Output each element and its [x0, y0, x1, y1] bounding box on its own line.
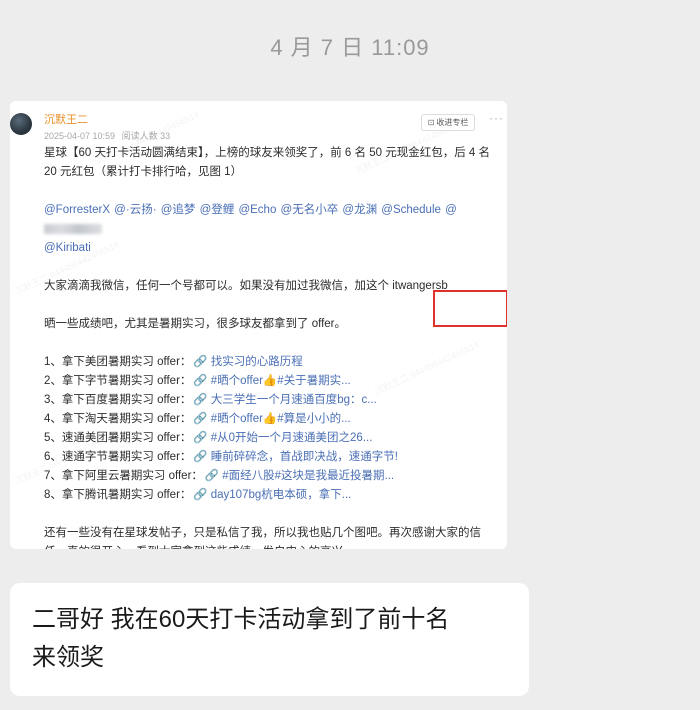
results-intro: 晒一些成绩吧，尤其是暑期实习，很多球友都拿到了 offer。: [44, 318, 346, 330]
offer-label: 5、速通美团暑期实习 offer：: [44, 432, 192, 444]
mentions-line1: @ForresterX @·云扬· @追梦 @登鲤 @Echo @无名小卒 @龙…: [44, 204, 457, 216]
list-item: 1、拿下美团暑期实习 offer： 🔗 找实习的心路历程: [44, 353, 499, 372]
offer-link: day107bg杭电本硕，拿下...: [210, 489, 352, 501]
list-item: 3、拿下百度暑期实习 offer： 🔗 大三学生一个月速通百度bg：c...: [44, 391, 499, 410]
link-icon: 🔗: [193, 489, 208, 501]
mentions-line2: @Kiribati: [44, 242, 91, 254]
offer-link: #晒个offer👍#关于暑期实...: [210, 375, 351, 387]
offer-label: 2、拿下字节暑期实习 offer：: [44, 375, 192, 387]
offer-link: #晒个offer👍#算是小小的...: [210, 413, 351, 425]
more-icon: ···: [489, 111, 504, 125]
link-icon: 🔗: [193, 394, 208, 406]
offer-label: 6、速通字节暑期实习 offer：: [44, 451, 192, 463]
post-meta: 2025-04-07 10:59 阅读人数 33: [44, 129, 170, 142]
offer-label: 4、拿下淘天暑期实习 offer：: [44, 413, 192, 425]
post-date: 2025-04-07 10:59: [44, 131, 116, 141]
link-icon: 🔗: [193, 432, 208, 444]
wechat-note: 大家滴滴我微信，任何一个号都可以。如果没有加过我微信，加这个 itwangers…: [44, 280, 448, 292]
author-avatar: [10, 113, 32, 135]
message-line-1: 二哥好 我在60天打卡活动拿到了前十名: [32, 606, 450, 633]
list-item: 8、拿下腾讯暑期实习 offer： 🔗 day107bg杭电本硕，拿下...: [44, 486, 499, 505]
post-intro: 星球【60 天打卡活动圆满结束】，上榜的球友来领奖了，前 6 名 50 元现金红…: [44, 147, 490, 178]
offer-link: 找实习的心路历程: [210, 356, 303, 368]
list-item: 7、拿下阿里云暑期实习 offer： 🔗 #面经八股#这块是我最近投暑期...: [44, 467, 499, 486]
mentions: @ForresterX @·云扬· @追梦 @登鲤 @Echo @无名小卒 @龙…: [44, 201, 499, 258]
offer-label: 3、拿下百度暑期实习 offer：: [44, 394, 192, 406]
link-icon: 🔗: [204, 470, 220, 482]
link-icon: 🔗: [193, 356, 208, 368]
offer-link: #面经八股#这块是我最近投暑期...: [222, 470, 395, 482]
collect-to-column-button: ⊡ 收进专栏: [421, 114, 475, 131]
text-message-bubble[interactable]: 二哥好 我在60天打卡活动拿到了前十名 来领奖: [10, 583, 529, 696]
offer-link: 睡前碎碎念，首战即决战，速通字节!: [210, 451, 398, 463]
offer-label: 7、拿下阿里云暑期实习 offer：: [44, 470, 203, 482]
closing-note: 还有一些没有在星球发帖子，只是私信了我，所以我也贴几个图吧。再次感谢大家的信任，…: [44, 527, 481, 549]
list-item: 4、拿下淘天暑期实习 offer： 🔗 #晒个offer👍#算是小小的...: [44, 410, 499, 429]
red-highlight-box: [433, 290, 507, 327]
post-body: 星球【60 天打卡活动圆满结束】，上榜的球友来领奖了，前 6 名 50 元现金红…: [44, 144, 499, 549]
offer-label: 8、拿下腾讯暑期实习 offer：: [44, 489, 192, 501]
collect-button-label: 收进专栏: [436, 118, 469, 127]
offer-list: 1、拿下美团暑期实习 offer： 🔗 找实习的心路历程 2、拿下字节暑期实习 of…: [44, 353, 499, 505]
offer-link: 大三学生一个月速通百度bg：c...: [210, 394, 377, 406]
bookmark-icon: ⊡: [427, 118, 435, 127]
link-icon: 🔗: [193, 413, 208, 425]
blurred-name: [44, 223, 102, 234]
post-header: 沉默王二 2025-04-07 10:59 阅读人数 33 ⊡ 收进专栏 ···: [10, 107, 507, 141]
link-icon: 🔗: [193, 375, 208, 387]
author-name: 沉默王二: [44, 114, 88, 126]
offer-label: 1、拿下美团暑期实习 offer：: [44, 356, 192, 368]
list-item: 2、拿下字节暑期实习 offer： 🔗 #晒个offer👍#关于暑期实...: [44, 372, 499, 391]
list-item: 6、速通字节暑期实习 offer： 🔗 睡前碎碎念，首战即决战，速通字节!: [44, 448, 499, 467]
offer-link: #从0开始一个月速通美团之26...: [210, 432, 373, 444]
link-icon: 🔗: [193, 451, 208, 463]
message-line-2: 来领奖: [32, 644, 104, 671]
list-item: 5、速通美团暑期实习 offer： 🔗 #从0开始一个月速通美团之26...: [44, 429, 499, 448]
read-count: 阅读人数 33: [121, 131, 171, 141]
shared-image-message[interactable]: 沉默王二 644456442456514 沉默王二 64445644245651…: [10, 101, 507, 549]
chat-timestamp: 4 月 7 日 11:09: [270, 35, 430, 60]
